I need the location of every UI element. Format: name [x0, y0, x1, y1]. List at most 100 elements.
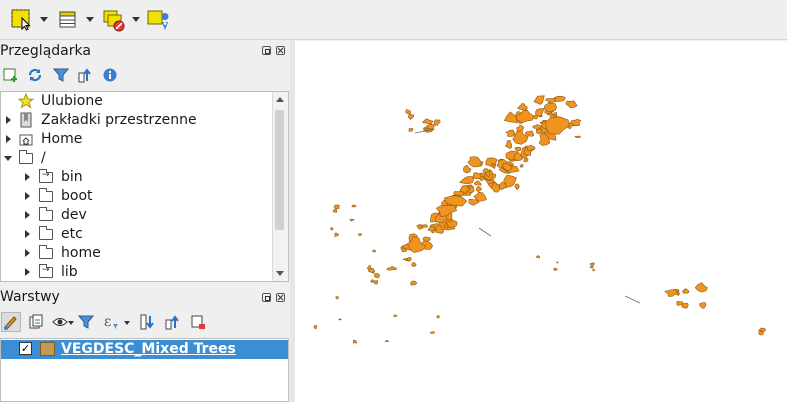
collapse-all-icon[interactable]	[78, 67, 94, 83]
folder-link-icon	[39, 264, 55, 280]
tree-item-bin[interactable]: bin	[1, 168, 273, 187]
vegetation-polygon	[408, 128, 414, 132]
select-features-icon[interactable]	[10, 8, 34, 32]
vegetation-polygon	[407, 113, 415, 120]
expression-filter-icon[interactable]: ε	[103, 313, 119, 330]
svg-text:ε: ε	[104, 314, 111, 329]
vegetation-polygon	[574, 135, 582, 139]
expand-all-icon[interactable]	[140, 314, 156, 330]
vegetation-polygon	[589, 265, 594, 269]
tree-item-etc[interactable]: etc	[1, 225, 273, 244]
tree-item-root[interactable]: /	[1, 149, 273, 168]
vegetation-polygon	[473, 180, 482, 186]
vegetation-polygon	[313, 324, 318, 330]
identify-features-icon[interactable]	[146, 8, 170, 32]
tree-item-home[interactable]: Home	[1, 130, 273, 149]
visibility-icon[interactable]	[52, 314, 68, 330]
vegetation-polygon	[514, 183, 520, 191]
vegetation-polygon	[420, 224, 428, 228]
browser-tree[interactable]: Ulubione Zakładki przestrzenne Home / bi…	[0, 91, 289, 282]
folder-icon	[39, 245, 55, 261]
browser-scrollbar[interactable]	[272, 92, 288, 281]
table-menu-arrow[interactable]	[86, 17, 94, 22]
vegetation-polygon	[485, 157, 498, 169]
layers-dock: Warstwy ε	[0, 286, 290, 338]
layer-visibility-checkbox[interactable]: ✓	[19, 342, 32, 355]
tree-item-home-folder[interactable]: home	[1, 244, 273, 263]
vegetation-polygon	[505, 129, 516, 137]
filter-icon[interactable]	[52, 67, 70, 83]
vegetation-polygon	[553, 267, 558, 271]
vegetation-polygon	[463, 164, 472, 174]
add-layer-icon[interactable]	[3, 67, 19, 83]
deselect-menu-arrow[interactable]	[132, 17, 140, 22]
vegetation-polygon	[676, 300, 684, 306]
star-icon	[17, 92, 35, 109]
vegetation-polygon	[349, 219, 355, 222]
tree-item-dev[interactable]: dev	[1, 206, 273, 225]
vegetation-polygon	[338, 318, 342, 321]
folder-icon	[39, 207, 55, 223]
expand-arrow-icon[interactable]	[6, 116, 11, 124]
tree-item-spatial-bookmarks[interactable]: Zakładki przestrzenne	[1, 111, 273, 130]
layer-symbol-swatch	[40, 342, 55, 356]
deselect-features-icon[interactable]	[102, 8, 126, 32]
vegetation-polygons	[313, 95, 767, 344]
layer-item[interactable]: ✓ VEGDESC_Mixed Trees	[1, 340, 288, 359]
add-group-icon[interactable]	[28, 314, 44, 330]
vegetation-polygon	[392, 314, 398, 318]
expand-arrow-icon[interactable]	[25, 230, 30, 238]
vegetation-polygon	[592, 268, 596, 272]
close-dock-icon[interactable]	[276, 46, 285, 55]
vegetation-polygon	[429, 331, 435, 334]
close-dock-icon[interactable]	[276, 293, 285, 302]
vegetation-polygon	[410, 280, 418, 286]
refresh-icon[interactable]	[27, 67, 43, 83]
tree-item-lib[interactable]: lib	[1, 263, 273, 281]
vegetation-polygon	[514, 146, 522, 152]
bookmark-icon	[18, 112, 34, 128]
expand-arrow-icon[interactable]	[25, 249, 30, 257]
vegetation-polygon	[433, 119, 441, 126]
expand-arrow-icon[interactable]	[25, 192, 30, 200]
folder-icon	[39, 188, 55, 204]
vegetation-polygon	[436, 315, 440, 319]
select-menu-arrow[interactable]	[40, 17, 48, 22]
vegetation-polygon	[535, 255, 540, 259]
vegetation-polygon	[476, 185, 483, 192]
vegetation-polygon	[402, 257, 409, 262]
expand-arrow-icon[interactable]	[6, 135, 11, 143]
float-dock-icon[interactable]	[262, 46, 271, 55]
scroll-up-icon[interactable]	[276, 97, 284, 102]
scrollbar-thumb[interactable]	[275, 110, 284, 230]
vegetation-polygon	[335, 296, 339, 300]
vegetation-polygon	[517, 103, 528, 111]
collapse-all-icon[interactable]	[165, 314, 181, 330]
vegetation-polygon	[384, 340, 390, 343]
visibility-menu-arrow[interactable]	[68, 321, 74, 325]
filter-icon[interactable]	[77, 314, 95, 330]
info-icon[interactable]	[102, 67, 118, 83]
tree-item-boot[interactable]: boot	[1, 187, 273, 206]
vegetation-polygon	[682, 288, 690, 294]
attribute-table-icon[interactable]	[56, 8, 80, 32]
style-icon[interactable]	[1, 312, 21, 332]
expression-menu-arrow[interactable]	[124, 321, 130, 325]
expand-arrow-icon[interactable]	[25, 173, 30, 181]
scroll-down-icon[interactable]	[276, 271, 284, 276]
expand-arrow-icon[interactable]	[25, 211, 30, 219]
vegetation-polygon	[467, 156, 482, 168]
vegetation-polygon	[533, 95, 545, 105]
vegetation-polygon	[589, 262, 595, 267]
line-feature	[624, 295, 641, 304]
vegetation-polygon	[386, 265, 397, 271]
expand-arrow-icon[interactable]	[25, 268, 30, 276]
vegetation-polygon	[565, 100, 578, 109]
vegetation-polygon	[544, 116, 570, 135]
map-canvas[interactable]	[295, 41, 787, 402]
tree-item-favorites[interactable]: Ulubione	[1, 92, 273, 111]
float-dock-icon[interactable]	[262, 293, 271, 302]
collapse-arrow-icon[interactable]	[4, 156, 12, 161]
layers-tree[interactable]: ✓ VEGDESC_Mixed Trees	[0, 338, 289, 402]
remove-layer-icon[interactable]	[190, 314, 206, 330]
